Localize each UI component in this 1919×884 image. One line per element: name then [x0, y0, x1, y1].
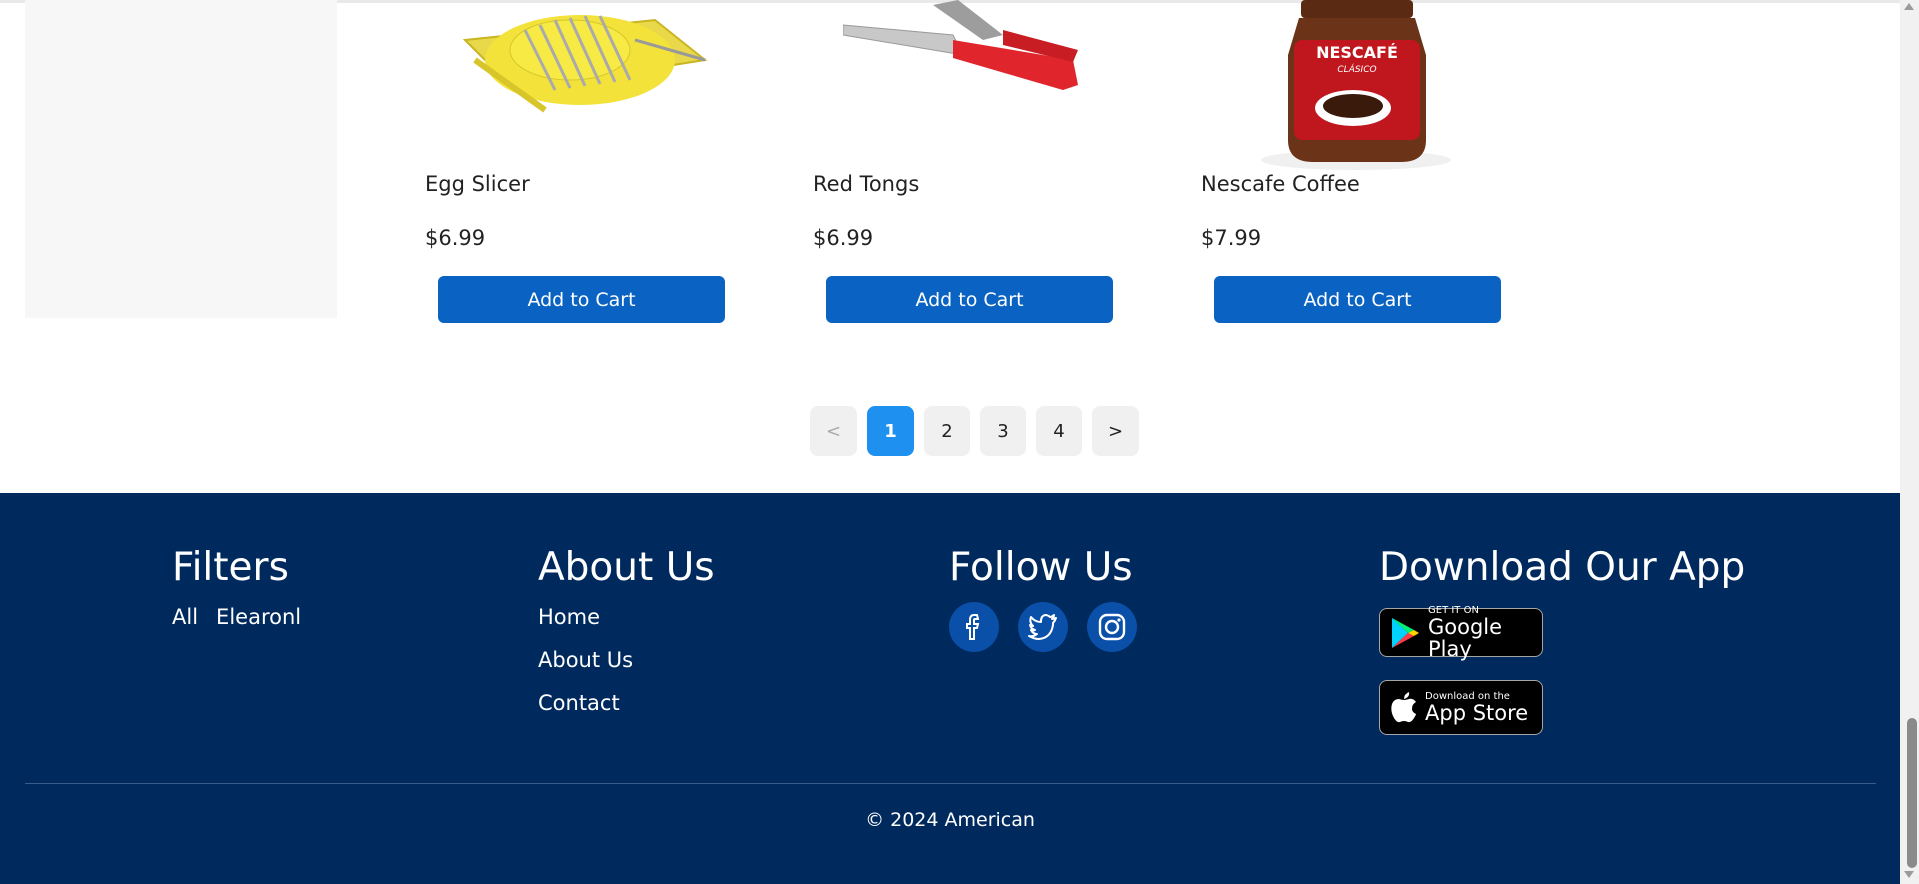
filter-links: All Elearonl [172, 605, 301, 629]
add-to-cart-button[interactable]: Add to Cart [1214, 276, 1501, 323]
filter-link-all[interactable]: All [172, 605, 198, 629]
google-play-icon [1390, 617, 1420, 649]
page-button-2[interactable]: 2 [924, 406, 970, 456]
prev-page-button[interactable]: < [810, 406, 857, 456]
tongs-image [842, 0, 1093, 170]
page: Egg Slicer $6.99 Add to Cart Red Tongs $… [0, 0, 1919, 884]
filters-heading: Filters [172, 545, 289, 590]
product-price: $7.99 [1201, 226, 1262, 250]
copyright-text: © 2024 American [865, 809, 1035, 831]
coffee-jar-image: NESCAFÉ CLÁSICO [1251, 0, 1471, 170]
google-play-big-text: Google Play [1428, 615, 1503, 661]
product-price: $6.99 [425, 226, 486, 250]
page-button-1[interactable]: 1 [867, 406, 914, 456]
page-button-3[interactable]: 3 [980, 406, 1026, 456]
facebook-icon[interactable] [949, 602, 999, 652]
download-app-heading: Download Our App [1379, 545, 1746, 590]
follow-heading: Follow Us [949, 545, 1133, 590]
sidebar-panel [25, 0, 337, 318]
egg-slicer-image [455, 0, 715, 170]
instagram-icon[interactable] [1087, 602, 1137, 652]
social-links [949, 602, 1137, 652]
product-name[interactable]: Nescafe Coffee [1201, 172, 1360, 196]
scrollbar[interactable] [1900, 0, 1919, 884]
add-to-cart-button[interactable]: Add to Cart [826, 276, 1113, 323]
footer-link-contact[interactable]: Contact [538, 691, 633, 715]
product-price: $6.99 [813, 226, 874, 250]
scroll-up-arrow-icon[interactable] [1904, 3, 1914, 10]
product-name[interactable]: Red Tongs [813, 172, 919, 196]
app-store-badge[interactable]: Download on the App Store [1379, 680, 1543, 735]
add-to-cart-button[interactable]: Add to Cart [438, 276, 725, 323]
pagination: < 1 2 3 4 > [810, 406, 1139, 456]
jar-sub-label: CLÁSICO [1337, 63, 1376, 75]
about-heading: About Us [538, 545, 715, 590]
twitter-icon[interactable] [1018, 602, 1068, 652]
footer-divider [25, 783, 1876, 784]
footer: Filters All Elearonl About Us Home About… [0, 493, 1900, 884]
scroll-down-arrow-icon[interactable] [1904, 871, 1914, 878]
jar-brand-label: NESCAFÉ [1316, 43, 1398, 62]
about-links: Home About Us Contact [538, 605, 633, 715]
google-play-badge[interactable]: GET IT ON Google Play [1379, 605, 1543, 661]
page-button-4[interactable]: 4 [1036, 406, 1082, 456]
footer-link-home[interactable]: Home [538, 605, 633, 629]
next-page-button[interactable]: > [1092, 406, 1139, 456]
footer-link-about[interactable]: About Us [538, 648, 633, 672]
product-name[interactable]: Egg Slicer [425, 172, 530, 196]
app-store-big-text: App Store [1425, 701, 1529, 725]
apple-icon [1391, 691, 1417, 724]
scroll-thumb[interactable] [1907, 718, 1917, 868]
filter-link-elearonl[interactable]: Elearonl [216, 605, 301, 629]
